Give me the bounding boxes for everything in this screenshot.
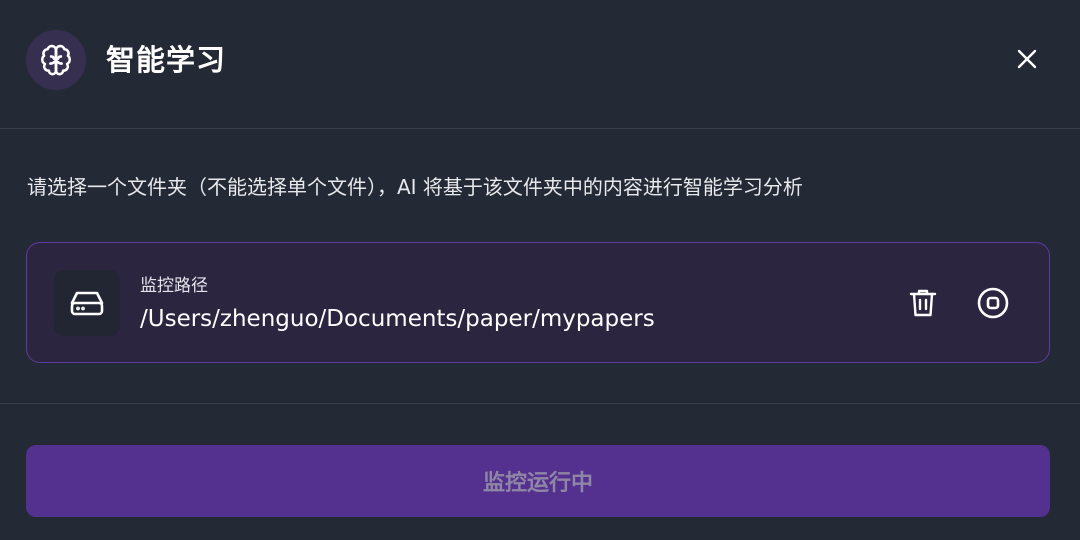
footer-divider: [0, 403, 1080, 404]
monitor-path-value: /Users/zhenguo/Documents/paper/mypapers: [140, 306, 655, 332]
close-icon: [1017, 49, 1037, 69]
trash-icon: [909, 289, 937, 317]
monitor-path-label: 监控路径: [140, 276, 208, 296]
hard-drive-icon: [54, 270, 120, 336]
delete-folder-button[interactable]: [903, 283, 943, 323]
instruction-text: 请选择一个文件夹（不能选择单个文件），AI 将基于该文件夹中的内容进行智能学习分…: [27, 175, 803, 199]
stop-monitoring-button[interactable]: [973, 283, 1013, 323]
dialog-title: 智能学习: [106, 43, 227, 77]
monitored-folder-card: 监控路径 /Users/zhenguo/Documents/paper/mypa…: [26, 242, 1050, 363]
dialog-header: 智能学习: [0, 0, 1080, 129]
stop-circle-icon: [977, 287, 1009, 319]
brain-icon: [26, 30, 86, 90]
close-button[interactable]: [1008, 40, 1046, 78]
monitoring-status-button[interactable]: 监控运行中: [26, 445, 1050, 517]
